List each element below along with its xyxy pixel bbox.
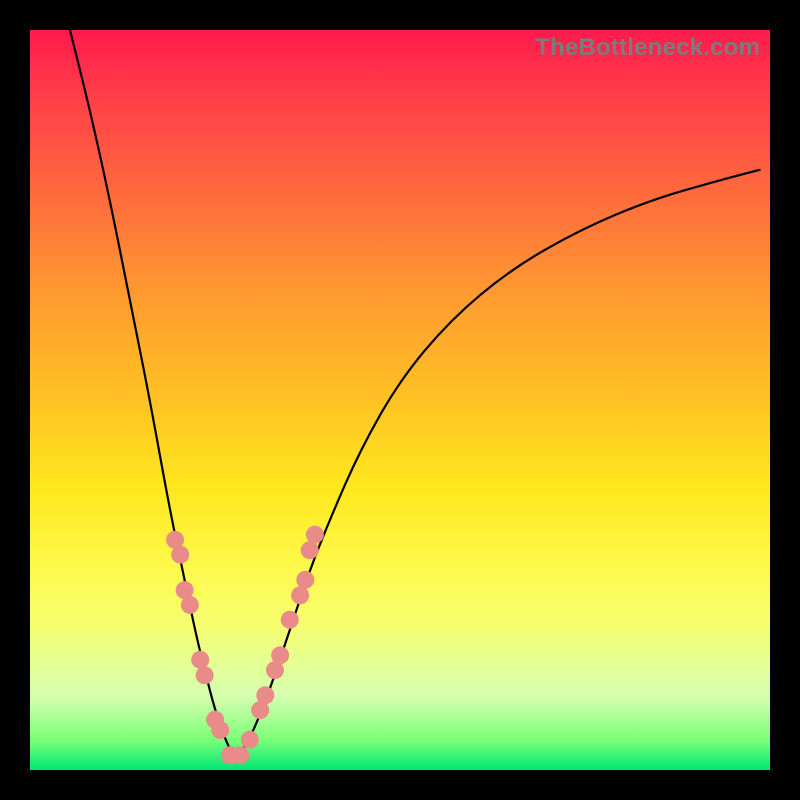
marker-point (191, 651, 209, 669)
marker-point (271, 646, 289, 664)
marker-point (181, 596, 199, 614)
marker-point (241, 731, 259, 749)
marker-point (211, 721, 229, 739)
marker-point (196, 666, 214, 684)
marker-point (281, 611, 299, 629)
marker-point (296, 571, 314, 589)
marker-point (231, 746, 249, 764)
marker-point (256, 686, 274, 704)
curve-right-branch (235, 170, 760, 760)
curve-left-branch (70, 30, 235, 760)
chart-frame: TheBottleneck.com (30, 30, 770, 770)
marker-point (291, 586, 309, 604)
marker-point (301, 541, 319, 559)
marker-point (306, 526, 324, 544)
chart-svg (30, 30, 770, 770)
marker-point (171, 546, 189, 564)
highlighted-markers (166, 526, 324, 765)
